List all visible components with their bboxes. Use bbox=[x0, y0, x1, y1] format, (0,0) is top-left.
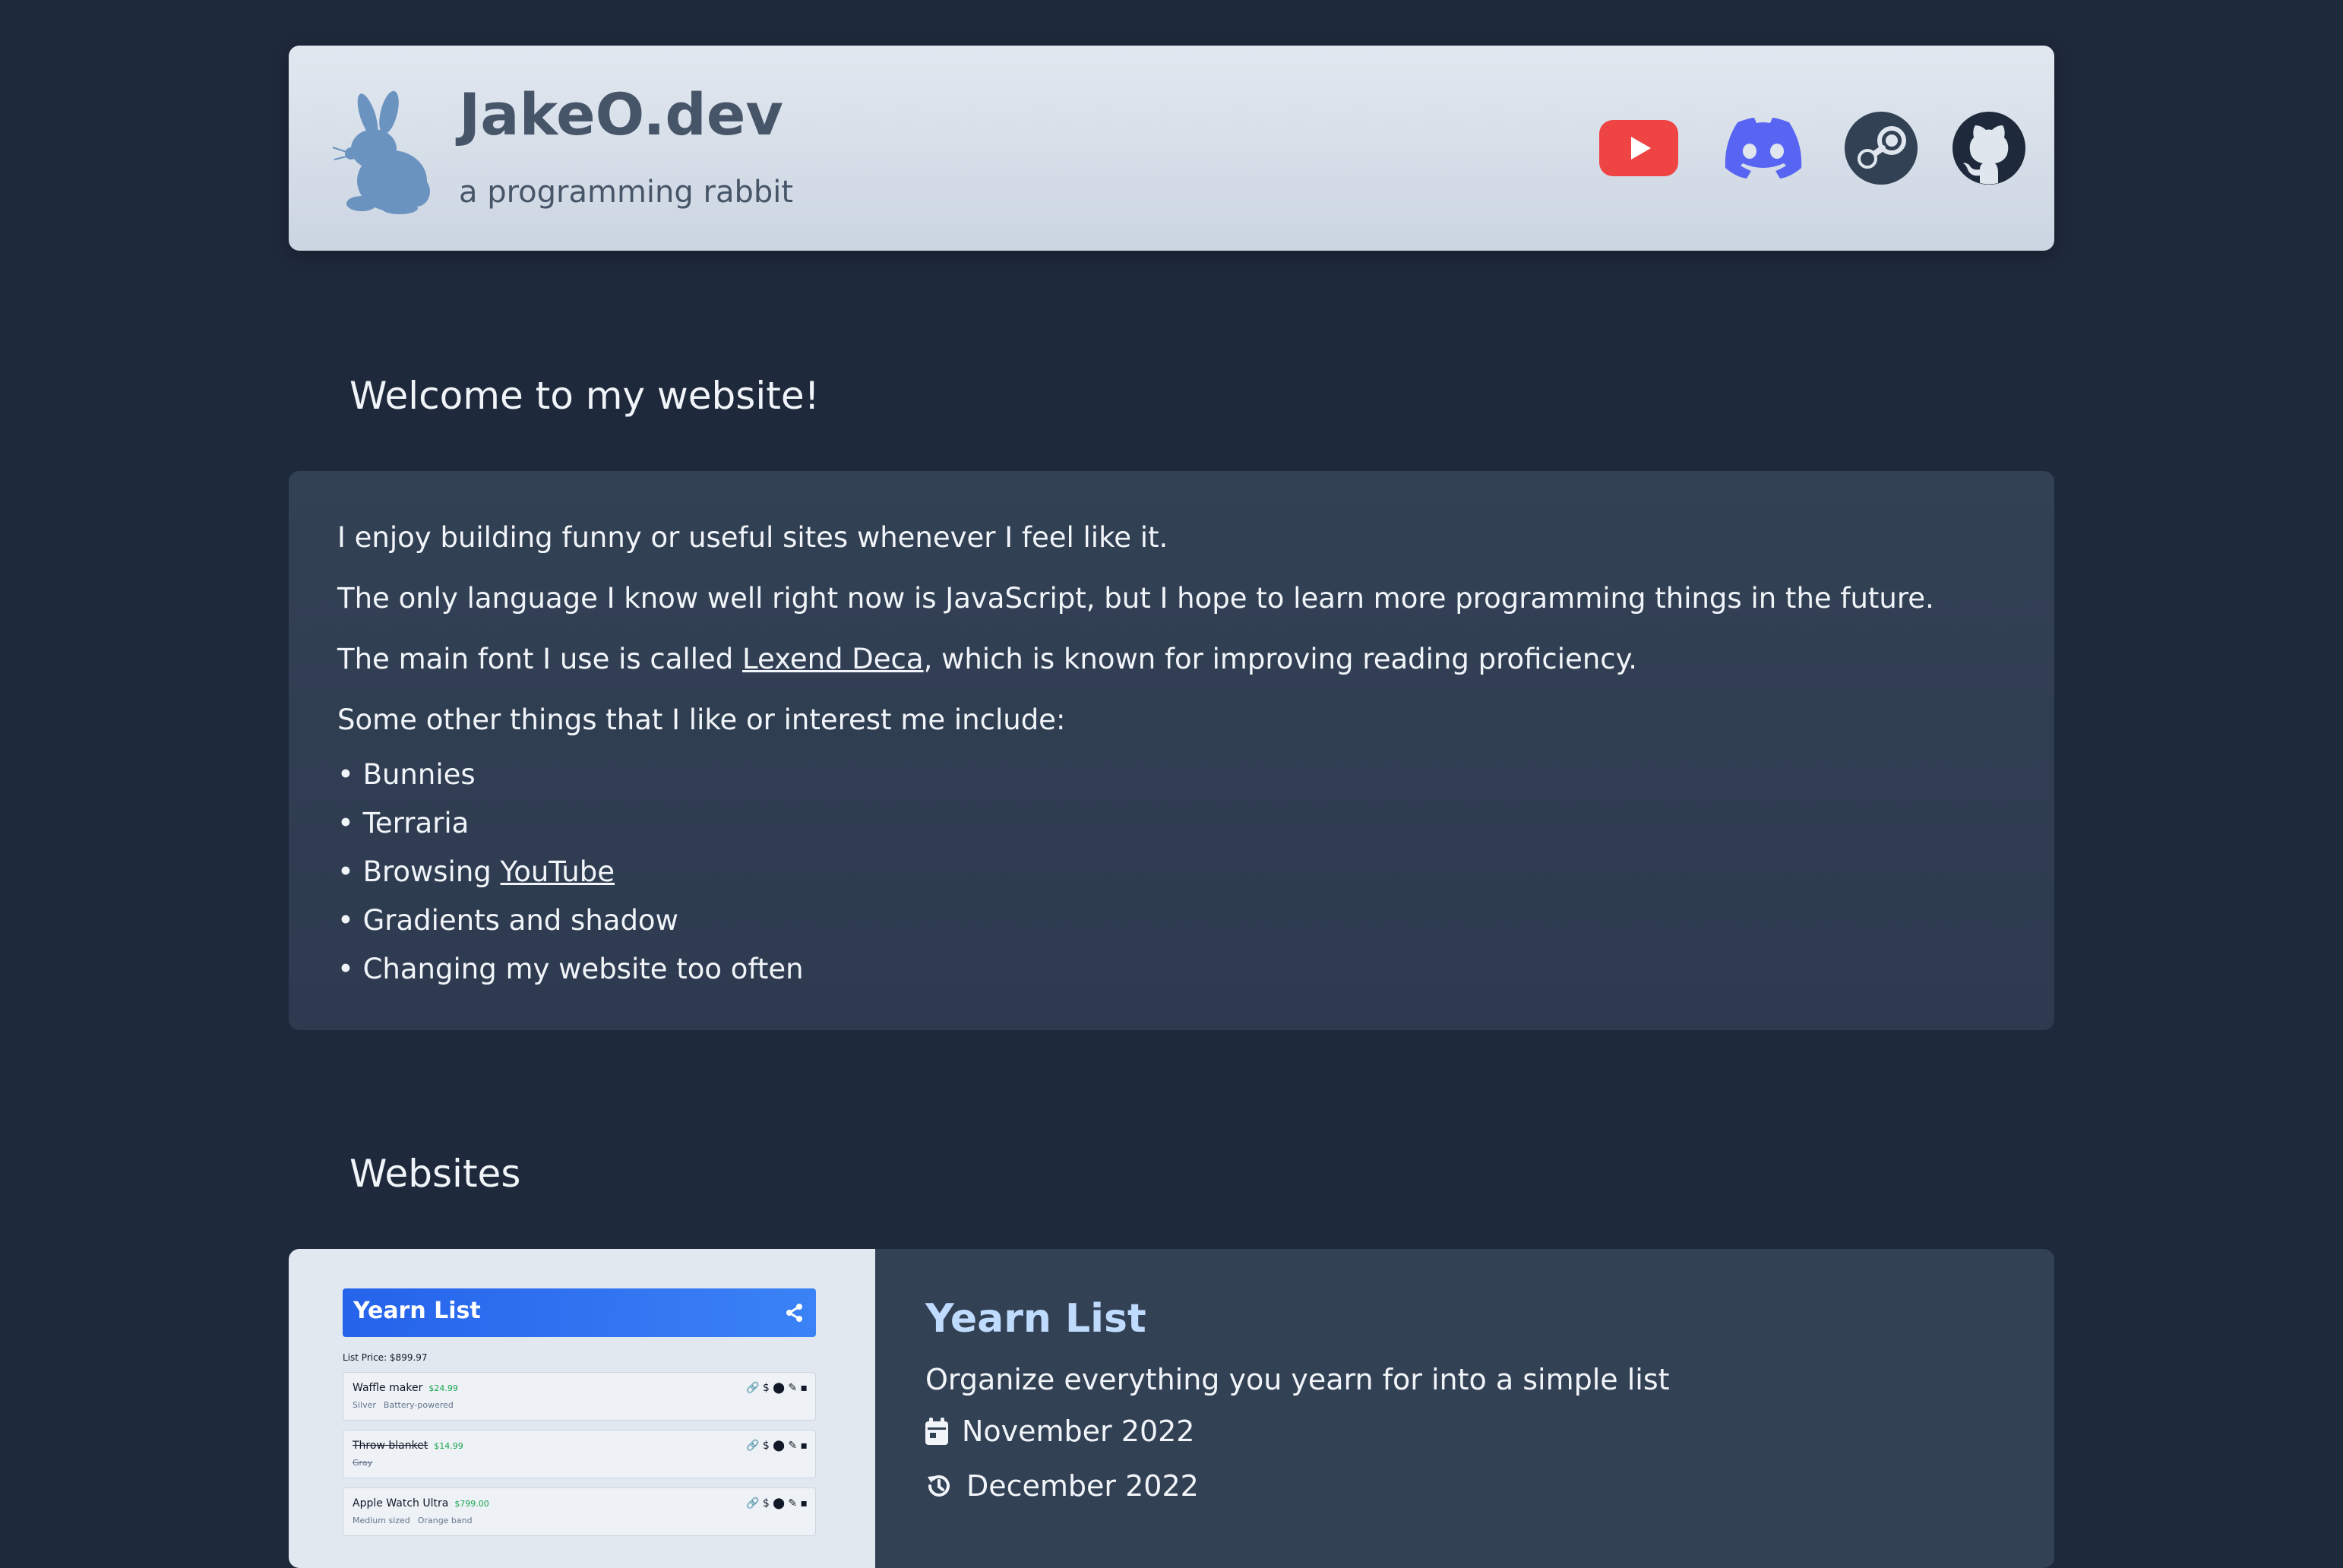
preview-app-title: Yearn List bbox=[353, 1298, 481, 1324]
interest-label: Changing my website too often bbox=[362, 953, 804, 985]
interest-item: • Changing my website too often bbox=[337, 953, 804, 985]
websites-heading: Websites bbox=[349, 1152, 521, 1196]
interest-label: Browsing bbox=[362, 855, 501, 888]
discord-icon bbox=[1725, 118, 1802, 179]
interest-item: • Terraria bbox=[337, 807, 469, 839]
interest-item: • Bunnies bbox=[337, 758, 476, 791]
rabbit-logo[interactable] bbox=[331, 90, 435, 214]
youtube-text-link[interactable]: YouTube bbox=[501, 855, 615, 888]
interest-label: Terraria bbox=[362, 807, 470, 839]
steam-icon bbox=[1845, 112, 1918, 185]
project-updated-date: December 2022 bbox=[925, 1469, 1199, 1503]
font-text-before: The main font I use is called bbox=[337, 643, 742, 675]
interest-label: Gradients and shadow bbox=[362, 904, 678, 937]
about-card: I enjoy building funny or useful sites w… bbox=[289, 471, 2054, 1030]
project-description: Organize everything you yearn for into a… bbox=[925, 1363, 1670, 1396]
bullet-mark: • bbox=[337, 953, 354, 985]
preview-item-actions: 🔗 $ ⬤ ✎ ▪ bbox=[745, 1382, 808, 1394]
interest-item: • Browsing YouTube bbox=[337, 855, 615, 888]
history-icon bbox=[928, 1475, 950, 1497]
about-paragraph-2: The only language I know well right now … bbox=[337, 582, 1934, 615]
preview-item-price: $799.00 bbox=[454, 1499, 489, 1509]
font-text-after: , which is known for improving reading p… bbox=[923, 643, 1637, 675]
project-created-date: November 2022 bbox=[925, 1415, 1194, 1448]
preview-item-name: Throw blanket $14.99 bbox=[353, 1440, 463, 1452]
share-icon bbox=[786, 1304, 802, 1322]
preview-item-name: Waffle maker $24.99 bbox=[353, 1382, 458, 1394]
preview-list-item: Throw blanket $14.99 Gray 🔗 $ ⬤ ✎ ▪ bbox=[343, 1430, 816, 1478]
bullet-mark: • bbox=[337, 807, 354, 839]
github-icon bbox=[1952, 112, 2025, 185]
discord-link[interactable] bbox=[1721, 46, 1806, 251]
project-title-link[interactable]: Yearn List bbox=[925, 1296, 1146, 1342]
preview-item-price: $14.99 bbox=[434, 1441, 463, 1451]
preview-list-item: Waffle maker $24.99 Silver Battery-powered… bbox=[343, 1372, 816, 1421]
site-header: JakeO.dev a programming rabbit bbox=[289, 46, 2054, 251]
preview-item-price: $24.99 bbox=[428, 1383, 458, 1393]
project-preview-image[interactable]: Yearn List List Price: $899.97 Waffle ma… bbox=[289, 1249, 875, 1568]
preview-item-actions: 🔗 $ ⬤ ✎ ▪ bbox=[745, 1497, 808, 1510]
preview-item-name: Apple Watch Ultra $799.00 bbox=[353, 1497, 489, 1510]
preview-item-title: Waffle maker bbox=[353, 1382, 423, 1394]
preview-item-tag: Silver bbox=[353, 1400, 376, 1410]
preview-list-price: List Price: $899.97 bbox=[343, 1352, 428, 1363]
interest-label: Bunnies bbox=[362, 758, 476, 791]
about-paragraph-4: Some other things that I like or interes… bbox=[337, 703, 1066, 736]
updated-date-label: December 2022 bbox=[966, 1469, 1199, 1503]
welcome-heading: Welcome to my website! bbox=[349, 374, 820, 418]
steam-link[interactable] bbox=[1845, 46, 1918, 251]
youtube-link[interactable] bbox=[1599, 46, 1678, 251]
bullet-mark: • bbox=[337, 904, 354, 937]
github-link[interactable] bbox=[1952, 46, 2025, 251]
preview-app-bar: Yearn List bbox=[343, 1288, 816, 1337]
preview-list-item: Apple Watch Ultra $799.00 Medium sized Ora… bbox=[343, 1487, 816, 1536]
preview-item-actions: 🔗 $ ⬤ ✎ ▪ bbox=[745, 1440, 808, 1452]
youtube-icon bbox=[1599, 120, 1678, 176]
preview-item-title: Throw blanket bbox=[353, 1440, 428, 1452]
preview-item-tag: Battery-powered bbox=[383, 1400, 454, 1410]
interest-item: • Gradients and shadow bbox=[337, 904, 678, 937]
site-subtitle: a programming rabbit bbox=[459, 175, 794, 210]
site-title: JakeO.dev bbox=[459, 81, 783, 148]
preview-item-tags: Gray bbox=[353, 1458, 380, 1468]
preview-item-tags: Silver Battery-powered bbox=[353, 1400, 461, 1410]
preview-item-title: Apple Watch Ultra bbox=[353, 1497, 449, 1510]
lexend-deca-link[interactable]: Lexend Deca bbox=[742, 643, 924, 675]
bullet-mark: • bbox=[337, 758, 354, 791]
about-paragraph-1: I enjoy building funny or useful sites w… bbox=[337, 521, 1168, 554]
project-card-yearn-list[interactable]: Yearn List List Price: $899.97 Waffle ma… bbox=[289, 1249, 2054, 1568]
bullet-mark: • bbox=[337, 855, 354, 888]
created-date-label: November 2022 bbox=[962, 1415, 1195, 1448]
about-paragraph-3: The main font I use is called Lexend Dec… bbox=[337, 643, 1637, 675]
preview-item-tag: Gray bbox=[353, 1458, 373, 1468]
calendar-icon bbox=[925, 1418, 948, 1445]
